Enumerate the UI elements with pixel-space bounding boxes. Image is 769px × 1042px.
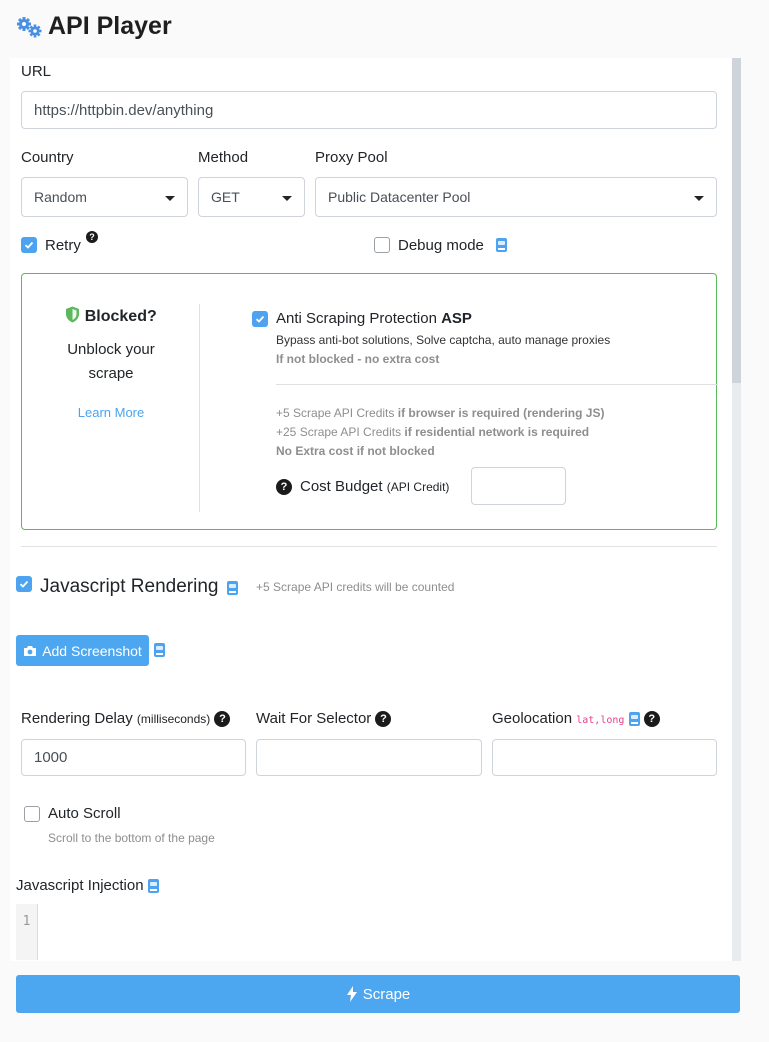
retry-checkbox[interactable] xyxy=(21,237,37,253)
help-icon[interactable]: ? xyxy=(276,479,292,495)
rendering-delay-value: 1000 xyxy=(34,749,68,766)
country-select[interactable]: Random xyxy=(21,177,188,217)
docs-book-icon[interactable] xyxy=(154,643,165,657)
check-icon xyxy=(19,580,29,588)
debug-checkbox[interactable] xyxy=(374,237,390,253)
asp-label-text: Anti Scraping Protection xyxy=(276,310,437,327)
method-select[interactable]: GET xyxy=(198,177,305,217)
js-rendering-label: Javascript Rendering xyxy=(40,576,219,597)
cost-line3: No Extra cost if not blocked xyxy=(276,444,435,458)
help-icon[interactable]: ? xyxy=(86,231,98,243)
proxy-pool-selected: Public Datacenter Pool xyxy=(328,189,471,205)
asp-label-bold: ASP xyxy=(441,310,472,327)
asp-description: Bypass anti-bot solutions, Solve captcha… xyxy=(276,333,611,347)
cost-line2-suffix: if residential network is required xyxy=(404,425,590,439)
cost-line1-prefix: +5 Scrape API Credits xyxy=(276,406,395,420)
chevron-down-icon xyxy=(282,196,292,201)
rendering-delay-input[interactable]: 1000 xyxy=(21,739,246,776)
method-selected: GET xyxy=(211,189,240,205)
cost-line2-prefix: +25 Scrape API Credits xyxy=(276,425,402,439)
asp-label: Anti Scraping Protection ASP xyxy=(276,310,472,327)
rendering-delay-label-text: Rendering Delay xyxy=(21,710,133,727)
scrape-button[interactable]: Scrape xyxy=(16,975,740,1013)
unblock-text: Unblock your scrape xyxy=(22,338,200,386)
cost-line1-suffix: if browser is required (rendering JS) xyxy=(397,406,605,420)
title-text: API Player xyxy=(48,12,172,40)
asp-no-cost-note: If not blocked - no extra cost xyxy=(276,352,440,366)
scrollbar-thumb[interactable] xyxy=(732,58,741,383)
unblock-line2: scrape xyxy=(88,365,134,382)
country-selected: Random xyxy=(34,189,87,205)
docs-book-icon[interactable] xyxy=(628,712,640,727)
docs-book-icon[interactable] xyxy=(147,879,159,894)
wait-for-selector-label: Wait For Selector ? xyxy=(256,710,392,728)
add-screenshot-label: Add Screenshot xyxy=(42,642,142,659)
unblock-line1: Unblock your xyxy=(67,341,155,358)
chevron-down-icon xyxy=(694,196,704,201)
docs-book-icon[interactable] xyxy=(227,581,238,595)
debug-label: Debug mode xyxy=(398,237,484,254)
chevron-down-icon xyxy=(165,196,175,201)
geolocation-label-text: Geolocation xyxy=(492,710,573,727)
learn-more-link[interactable]: Learn More xyxy=(22,405,200,420)
js-rendering-note: +5 Scrape API credits will be counted xyxy=(256,580,455,594)
retry-label: Retry xyxy=(45,237,81,254)
line-number: 1 xyxy=(22,914,31,929)
vertical-divider xyxy=(199,304,200,512)
asp-checkbox[interactable] xyxy=(252,311,268,327)
cost-budget-input[interactable] xyxy=(471,467,566,505)
method-label: Method xyxy=(198,149,249,166)
url-input[interactable]: https://httpbin.dev/anything xyxy=(21,91,717,129)
url-label: URL xyxy=(21,63,52,80)
js-injection-label-text: Javascript Injection xyxy=(16,877,144,894)
horizontal-divider xyxy=(276,384,718,385)
auto-scroll-label: Auto Scroll xyxy=(48,805,121,822)
blocked-heading: Blocked? xyxy=(22,306,200,326)
scrollbar[interactable] xyxy=(732,58,741,961)
js-injection-editor[interactable] xyxy=(38,904,732,960)
js-rendering-checkbox[interactable] xyxy=(16,576,32,592)
page-title: API Player xyxy=(16,12,172,41)
gears-icon xyxy=(17,16,42,37)
auto-scroll-desc: Scroll to the bottom of the page xyxy=(48,831,215,845)
cost-budget-label: Cost Budget (API Credit) xyxy=(300,478,449,495)
help-icon[interactable]: ? xyxy=(375,711,392,728)
geolocation-input[interactable] xyxy=(492,739,717,776)
wait-for-selector-label-text: Wait For Selector xyxy=(256,710,372,727)
camera-icon xyxy=(24,645,37,656)
bolt-icon xyxy=(346,986,357,1002)
scrape-label: Scrape xyxy=(362,985,411,1003)
cost-budget-label-text: Cost Budget xyxy=(300,478,383,495)
country-label: Country xyxy=(21,149,74,166)
js-injection-gutter: 1 xyxy=(16,904,38,960)
rendering-delay-unit: (milliseconds) xyxy=(136,712,211,726)
wait-for-selector-input[interactable] xyxy=(256,739,482,776)
url-value: https://httpbin.dev/anything xyxy=(34,101,214,119)
shield-icon xyxy=(66,306,80,323)
proxy-pool-select[interactable]: Public Datacenter Pool xyxy=(315,177,717,217)
section-divider xyxy=(21,546,717,547)
auto-scroll-checkbox[interactable] xyxy=(24,806,40,822)
help-icon[interactable]: ? xyxy=(643,711,660,728)
geolocation-label: Geolocation lat,long ? xyxy=(492,710,660,728)
blocked-title: Blocked? xyxy=(84,308,157,325)
cost-budget-unit: (API Credit) xyxy=(386,480,450,494)
geolocation-hint: lat,long xyxy=(576,715,625,726)
docs-book-icon[interactable] xyxy=(496,238,507,252)
check-icon xyxy=(24,241,34,249)
proxy-pool-label: Proxy Pool xyxy=(315,149,388,166)
check-icon xyxy=(255,315,265,323)
js-injection-label: Javascript Injection xyxy=(16,877,159,894)
asp-box: Blocked? Unblock your scrape Learn More … xyxy=(21,273,718,530)
rendering-delay-label: Rendering Delay (milliseconds) ? xyxy=(21,710,231,728)
help-icon[interactable]: ? xyxy=(214,711,231,728)
asp-cost-info: +5 Scrape API Credits if browser is requ… xyxy=(276,404,604,461)
add-screenshot-button[interactable]: Add Screenshot xyxy=(16,635,149,666)
